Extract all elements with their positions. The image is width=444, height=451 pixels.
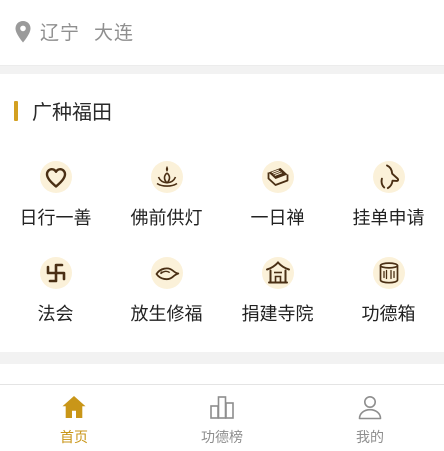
feature-label: 法会 <box>37 304 74 325</box>
scripture-book-icon <box>261 161 294 193</box>
tab-merit-ranking[interactable]: 功德榜 <box>148 385 296 451</box>
tab-label: 我的 <box>356 430 384 446</box>
feature-daily-good-deed[interactable]: 日行一善 <box>0 154 111 250</box>
feature-lodging-application[interactable]: 挂单申请 <box>333 154 444 250</box>
tab-home[interactable]: 首页 <box>0 385 148 451</box>
feature-donate-temple[interactable]: 捐建寺院 <box>222 250 333 346</box>
location-pin-icon <box>15 20 31 42</box>
feature-label: 捐建寺院 <box>241 304 314 325</box>
tab-label: 首页 <box>60 430 88 446</box>
bottom-tab-bar: 首页 功德榜 我的 <box>0 384 444 451</box>
feature-grid: 日行一善 佛前供灯 一日禅 挂单申请 法会 放生修福 捐建寺院 功德箱 <box>0 154 444 346</box>
section-header: 广种福田 <box>14 96 112 125</box>
swastika-icon <box>39 257 72 289</box>
section-title: 广种福田 <box>32 100 112 124</box>
feature-buddha-lamp[interactable]: 佛前供灯 <box>111 154 222 250</box>
feature-release-life[interactable]: 放生修福 <box>111 250 222 346</box>
location-city: 大连 <box>94 22 135 44</box>
page: 辽宁 大连 广种福田 日行一善 佛前供灯 一日禅 挂单申请 法会 放生修福 捐建… <box>0 0 444 451</box>
feature-merit-box[interactable]: 功德箱 <box>333 250 444 346</box>
heart-icon <box>39 161 72 193</box>
user-icon <box>358 396 382 420</box>
temple-icon <box>261 257 294 289</box>
tab-mine[interactable]: 我的 <box>296 385 444 451</box>
home-icon <box>62 396 86 418</box>
tab-label: 功德榜 <box>201 430 243 446</box>
fish-icon <box>150 257 183 289</box>
feature-label: 一日禅 <box>250 208 305 229</box>
feature-label: 功德箱 <box>361 304 416 325</box>
feature-label: 挂单申请 <box>352 208 425 229</box>
merit-box-icon <box>372 257 405 289</box>
location-bar[interactable]: 辽宁 大连 <box>0 0 444 66</box>
section-accent-bar <box>14 100 18 121</box>
ranking-icon <box>210 396 234 419</box>
buddha-hand-icon <box>372 161 405 193</box>
feature-one-day-zen[interactable]: 一日禅 <box>222 154 333 250</box>
feature-label: 日行一善 <box>19 208 92 229</box>
lotus-lamp-icon <box>150 161 183 193</box>
feature-label: 放生修福 <box>130 304 203 325</box>
feature-dharma-assembly[interactable]: 法会 <box>0 250 111 346</box>
merit-field-card: 广种福田 日行一善 佛前供灯 一日禅 挂单申请 法会 放生修福 捐建寺院 功德箱 <box>0 74 444 352</box>
location-province: 辽宁 <box>40 22 81 44</box>
feature-label: 佛前供灯 <box>130 208 203 229</box>
